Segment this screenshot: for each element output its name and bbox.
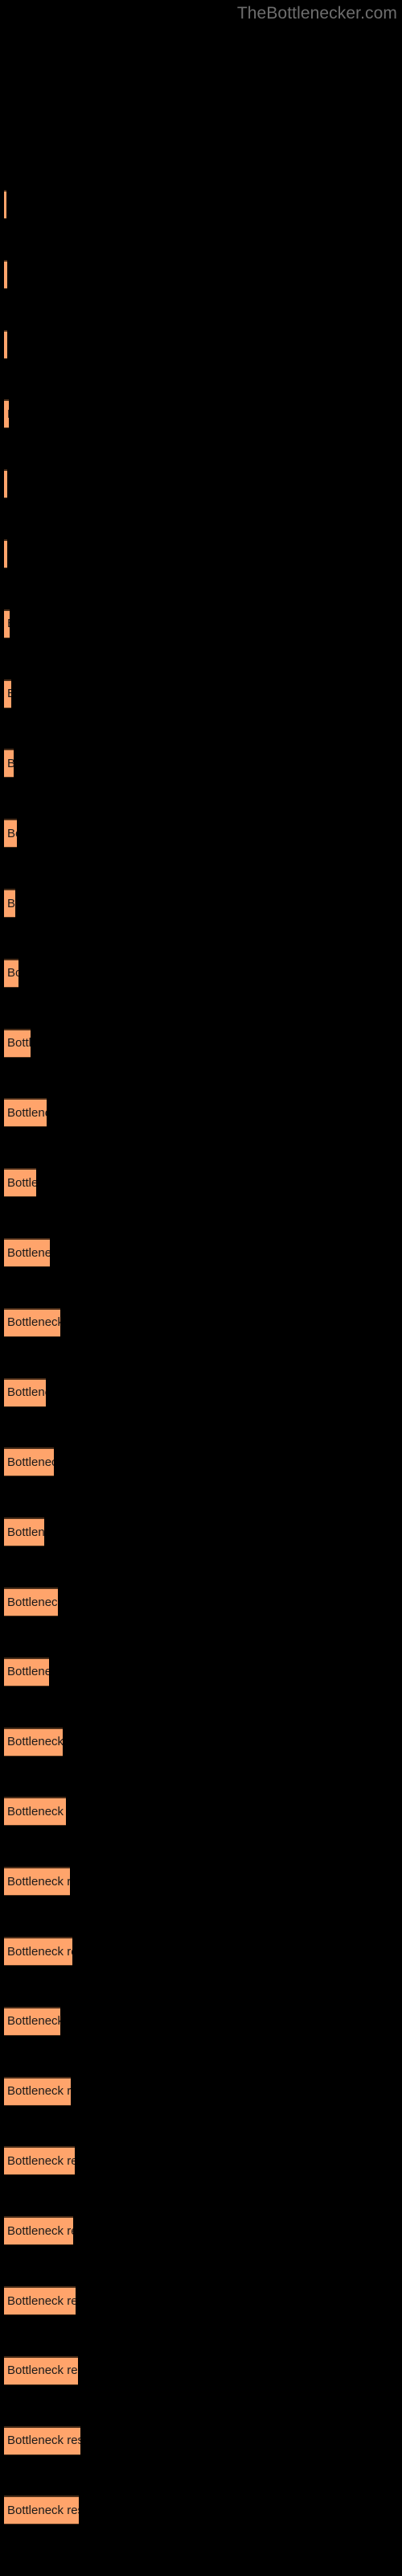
bar-label: Bottleneck result <box>7 2014 60 2029</box>
bar-label: Bottleneck result <box>7 1735 63 1749</box>
bar-row: Bottleneck result <box>0 2006 402 2036</box>
bar[interactable]: Bottleneck result <box>4 1517 44 1547</box>
bar[interactable]: Bottleneck result <box>4 2076 71 2106</box>
bar-row: Bottleneck result <box>0 1937 402 1966</box>
bar-label: Bottleneck result <box>7 826 17 840</box>
bar[interactable]: Bottleneck result <box>4 1797 66 1827</box>
bar-row: Bottleneck result <box>0 1447 402 1477</box>
bar-label: Bottleneck result <box>7 896 15 910</box>
bar-label: Bottleneck result <box>7 1665 49 1679</box>
bar-row: Bottleneck result <box>0 1657 402 1686</box>
bar-row: Bottleneck result <box>0 1867 402 1897</box>
bar[interactable]: Bottleneck result <box>4 1727 63 1757</box>
bar-row: Bottleneck result <box>0 1238 402 1267</box>
bar[interactable]: Bottleneck result <box>4 469 7 499</box>
bar-row: Bottleneck result <box>0 1168 402 1198</box>
bar[interactable]: Bottleneck result <box>4 1028 31 1058</box>
bar[interactable]: Bottleneck result <box>4 2496 79 2525</box>
bar[interactable]: Bottleneck result <box>4 889 15 918</box>
bar[interactable]: Bottleneck result <box>4 259 7 289</box>
bar[interactable]: Bottleneck result <box>4 1238 50 1267</box>
bar-label: Bottleneck result <box>7 2293 76 2308</box>
bar-row: Bottleneck result <box>0 190 402 219</box>
bar-row: Bottleneck result <box>0 2355 402 2385</box>
bar-row: Bottleneck result <box>0 1517 402 1547</box>
bar[interactable]: Bottleneck result <box>4 1377 46 1407</box>
bar-row: Bottleneck result <box>0 2425 402 2455</box>
bar[interactable]: Bottleneck result <box>4 2286 76 2315</box>
bar-label: Bottleneck result <box>7 1455 54 1469</box>
bar[interactable]: Bottleneck result <box>4 1098 47 1128</box>
bar-row: Bottleneck result <box>0 539 402 568</box>
bar-row: Bottleneck result <box>0 819 402 848</box>
bar[interactable]: Bottleneck result <box>4 2425 80 2455</box>
bar[interactable]: Bottleneck result <box>4 609 10 638</box>
bar-label: Bottleneck result <box>7 1944 72 1959</box>
bar-row: Bottleneck result <box>0 609 402 638</box>
bar-label: Bottleneck result <box>7 2153 75 2168</box>
bar-label: Bottleneck result <box>7 1245 50 1260</box>
bar-row: Bottleneck result <box>0 469 402 499</box>
bar-label: Bottleneck result <box>7 2363 78 2378</box>
bar-row: Bottleneck result <box>0 2286 402 2315</box>
bar-row: Bottleneck result <box>0 958 402 988</box>
bar[interactable]: Bottleneck result <box>4 399 9 429</box>
bar-row: Bottleneck result <box>0 2076 402 2106</box>
bottleneck-bar-chart: Bottleneck result Bottleneck result Bottle… <box>0 0 402 2576</box>
bar[interactable]: Bottleneck result <box>4 679 11 708</box>
bar-label: Bottleneck result <box>7 407 9 421</box>
bar[interactable]: Bottleneck result <box>4 1447 54 1477</box>
bar-label: Bottleneck result <box>7 617 10 630</box>
bar-row: Bottleneck result <box>0 679 402 708</box>
bar-label: Bottleneck result <box>7 2084 71 2099</box>
bar[interactable]: Bottleneck result <box>4 958 18 988</box>
bar[interactable]: Bottleneck result <box>4 2006 60 2036</box>
bar-label: Bottleneck result <box>7 757 14 770</box>
bar-label: Bottleneck result <box>7 1595 58 1609</box>
bar[interactable]: Bottleneck result <box>4 1307 60 1337</box>
bar-label: Bottleneck result <box>7 2223 73 2238</box>
bar[interactable]: Bottleneck result <box>4 1587 58 1616</box>
bar-row: Bottleneck result <box>0 329 402 359</box>
bar-label: Bottleneck result <box>7 2434 80 2448</box>
bar[interactable]: Bottleneck result <box>4 190 6 219</box>
bar-row: Bottleneck result <box>0 2216 402 2246</box>
bar-row: Bottleneck result <box>0 399 402 429</box>
bar[interactable]: Bottleneck result <box>4 1168 36 1198</box>
bar-row: Bottleneck result <box>0 1587 402 1616</box>
bar[interactable]: Bottleneck result <box>4 1937 72 1966</box>
bar-row: Bottleneck result <box>0 1307 402 1337</box>
bar-row: Bottleneck result <box>0 2146 402 2176</box>
bar-label: Bottleneck result <box>7 966 18 980</box>
bar-label: Bottleneck result <box>7 1036 31 1051</box>
bar-label: Bottleneck result <box>7 1105 47 1120</box>
bar-row: Bottleneck result <box>0 259 402 289</box>
bar-row: Bottleneck result <box>0 1028 402 1058</box>
bar-label: Bottleneck result <box>7 1385 46 1400</box>
bar-label: Bottleneck result <box>7 1315 60 1330</box>
bar[interactable]: Bottleneck result <box>4 1867 70 1897</box>
bar-row: Bottleneck result <box>0 2496 402 2525</box>
bar-label: Bottleneck result <box>7 1874 70 1889</box>
bar[interactable]: Bottleneck result <box>4 2146 75 2176</box>
bar-label: Bottleneck result <box>7 687 11 700</box>
bar[interactable]: Bottleneck result <box>4 2216 73 2246</box>
bar-label: Bottleneck result <box>7 1804 66 1818</box>
bar[interactable]: Bottleneck result <box>4 329 7 359</box>
bar-row: Bottleneck result <box>0 1727 402 1757</box>
bar-row: Bottleneck result <box>0 889 402 918</box>
bar-row: Bottleneck result <box>0 749 402 778</box>
bar[interactable]: Bottleneck result <box>4 749 14 778</box>
bar[interactable]: Bottleneck result <box>4 1657 49 1686</box>
bar-row: Bottleneck result <box>0 1098 402 1128</box>
bar[interactable]: Bottleneck result <box>4 2355 78 2385</box>
bar-label: Bottleneck result <box>7 1525 44 1539</box>
bar-label: Bottleneck result <box>7 2503 79 2517</box>
bar-label: Bottleneck result <box>7 1175 36 1190</box>
bar[interactable]: Bottleneck result <box>4 819 17 848</box>
bar-row: Bottleneck result <box>0 1377 402 1407</box>
bar-row: Bottleneck result <box>0 1797 402 1827</box>
bar[interactable]: Bottleneck result <box>4 539 7 568</box>
